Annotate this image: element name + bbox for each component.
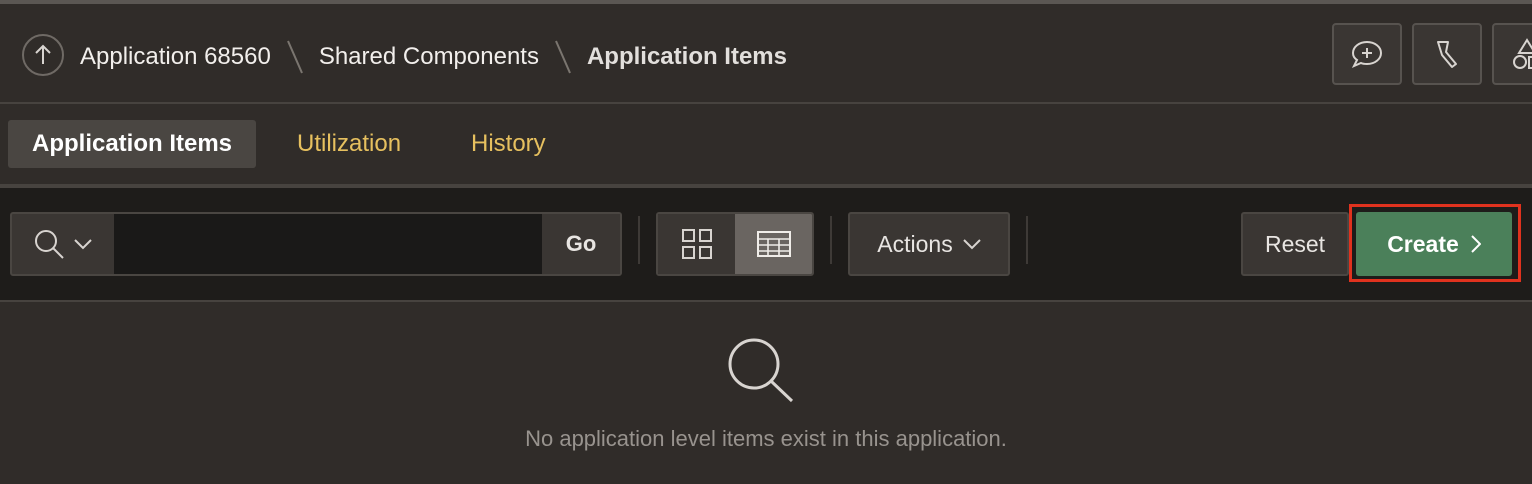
actions-menu-button[interactable]: Actions xyxy=(848,212,1010,276)
highlighter-icon xyxy=(1437,41,1457,68)
search-input[interactable] xyxy=(114,214,542,274)
tab-application-items[interactable]: Application Items xyxy=(8,120,257,168)
reset-button[interactable]: Reset xyxy=(1241,212,1349,276)
grid-view-button[interactable] xyxy=(658,214,735,274)
toolbar-divider xyxy=(1026,216,1028,264)
empty-state-message: No application level items exist in this… xyxy=(525,426,1007,451)
search-icon xyxy=(728,338,794,403)
create-label: Create xyxy=(1387,230,1459,257)
navigate-up-button[interactable] xyxy=(22,34,64,76)
feedback-button[interactable] xyxy=(1332,23,1402,85)
breadcrumb: Application 68560 Shared Components Appl… xyxy=(80,37,787,77)
shared-components-button[interactable] xyxy=(1492,23,1532,85)
breadcrumb-separator xyxy=(286,40,303,74)
toolbar-divider xyxy=(830,216,832,264)
report-view-button[interactable] xyxy=(735,214,812,274)
tab-utilization[interactable]: Utilization xyxy=(273,120,425,168)
add-comment-icon xyxy=(1351,40,1383,68)
grid-view-icon xyxy=(681,229,712,259)
tab-history[interactable]: History xyxy=(447,120,570,168)
search-column-menu-button[interactable] xyxy=(12,214,114,274)
highlight-button[interactable] xyxy=(1412,23,1482,85)
go-button[interactable]: Go xyxy=(542,214,620,274)
chevron-right-icon xyxy=(1471,235,1481,253)
search-icon xyxy=(35,230,64,259)
actions-label: Actions xyxy=(877,230,953,257)
breadcrumb-separator xyxy=(555,40,571,74)
search-bar: Go xyxy=(10,212,622,276)
chevron-down-icon xyxy=(74,239,92,250)
view-switcher xyxy=(656,212,814,276)
chevron-down-icon xyxy=(963,238,981,249)
shapes-icon xyxy=(1513,38,1532,69)
empty-state: No application level items exist in this… xyxy=(0,302,1532,484)
report-toolbar: Go Actions Reset Create xyxy=(0,188,1532,302)
toolbar-divider xyxy=(638,216,640,264)
arrow-up-icon xyxy=(35,44,51,64)
breadcrumb-current-page: Application Items xyxy=(586,43,787,70)
tab-bar: Application Items Utilization History xyxy=(0,104,1532,188)
breadcrumb-shared-components[interactable]: Shared Components xyxy=(319,43,539,71)
breadcrumb-application[interactable]: Application 68560 xyxy=(80,43,271,71)
page-header: Application 68560 Shared Components Appl… xyxy=(0,4,1532,104)
report-view-icon xyxy=(756,231,791,257)
create-button[interactable]: Create xyxy=(1356,212,1512,276)
